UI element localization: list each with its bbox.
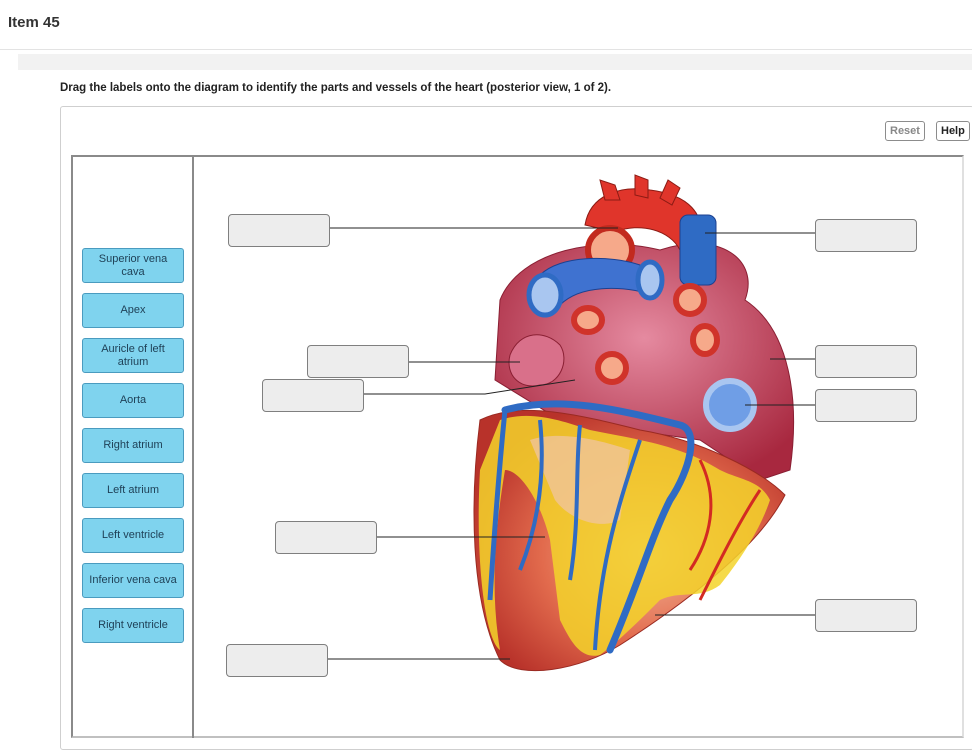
label-chip-apex[interactable]: Apex <box>82 293 184 328</box>
svc-shape <box>679 214 717 286</box>
drop-target-2[interactable] <box>815 219 917 252</box>
label-chip-inferior-vena-cava[interactable]: Inferior vena cava <box>82 563 184 598</box>
label-chip-right-ventricle[interactable]: Right ventricle <box>82 608 184 643</box>
label-chip-left-atrium[interactable]: Left atrium <box>82 473 184 508</box>
label-chip-aorta[interactable]: Aorta <box>82 383 184 418</box>
pulm-vein-4 <box>595 351 629 385</box>
drop-target-9[interactable] <box>226 644 328 677</box>
auricle-shape <box>508 334 565 387</box>
label-chip-auricle-of-left-atrium[interactable]: Auricle of left atrium <box>82 338 184 373</box>
label-chip-superior-vena-cava[interactable]: Superior vena cava <box>82 248 184 283</box>
drop-target-6[interactable] <box>815 389 917 422</box>
label-chip-right-atrium[interactable]: Right atrium <box>82 428 184 463</box>
drop-target-4[interactable] <box>815 345 917 378</box>
drop-target-5[interactable] <box>262 379 364 412</box>
drop-target-3[interactable] <box>307 345 409 378</box>
pulm-vein-2 <box>673 283 707 317</box>
drop-target-8[interactable] <box>815 599 917 632</box>
pulmonary-opening-2 <box>635 259 665 301</box>
label-chip-left-ventricle[interactable]: Left ventricle <box>82 518 184 553</box>
pulm-vein-1 <box>571 305 605 335</box>
pulmonary-opening-1 <box>526 272 564 318</box>
page: Item 45 Drag the labels onto the diagram… <box>0 0 972 754</box>
drop-target-7[interactable] <box>275 521 377 554</box>
pulm-vein-3 <box>690 323 720 357</box>
drop-target-1[interactable] <box>228 214 330 247</box>
